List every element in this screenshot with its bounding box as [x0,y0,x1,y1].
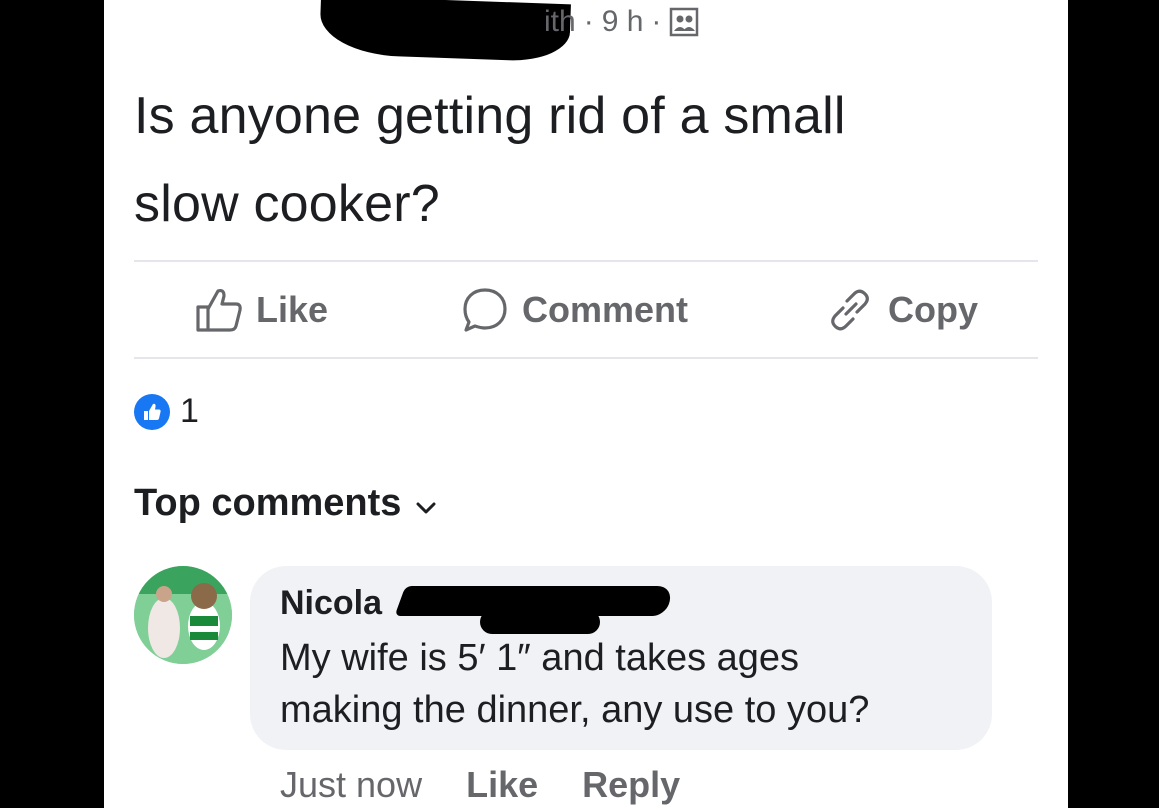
comment-sort-dropdown[interactable]: Top comments [134,482,437,525]
like-button[interactable]: Like [194,286,328,334]
reaction-count: 1 [180,392,199,430]
link-icon [824,286,876,334]
comment-like-button[interactable]: Like [466,764,538,806]
copy-label: Copy [888,289,978,330]
friends-icon [669,7,699,37]
like-label: Like [256,289,329,330]
post-meta: ith · 9 h · [544,2,699,42]
redaction-mark [319,0,571,63]
post-panel: ith · 9 h · Is anyone getting rid of a s… [104,0,1068,808]
post-time[interactable]: 9 h [602,5,644,39]
reaction-summary[interactable]: 1 [134,392,199,431]
redaction-mark [480,610,600,634]
comment-text-line: My wife is 5′ 1″ and takes ages [280,637,800,679]
divider [134,357,1038,359]
like-reaction-icon [134,393,170,430]
comment-button[interactable]: Comment [460,286,688,334]
chevron-down-icon [415,482,437,525]
comment-bubble: Nicola My wife is 5′ 1″ and takes ages m… [250,566,992,750]
comment-author[interactable]: Nicola [280,584,382,623]
separator-dot: · [651,5,662,38]
comment-sort-label: Top comments [134,482,402,524]
post-text-line: Is anyone getting rid of a small [134,87,846,145]
comment-time: Just now [280,764,423,805]
comment-label: Comment [522,289,689,330]
comment-reply-button[interactable]: Reply [582,764,680,806]
post-text-line: slow cooker? [134,175,440,233]
author-name-fragment[interactable]: ith [544,5,576,39]
comment-actions: Just now Like Reply [280,764,680,806]
avatar[interactable] [134,566,232,664]
thumbs-up-icon [194,287,244,333]
post-actions: Like Comment Copy [134,262,1038,358]
comment-text: My wife is 5′ 1″ and takes ages making t… [280,632,980,736]
copy-button[interactable]: Copy [824,286,978,334]
separator-dot: · [583,5,594,38]
comment-text-line: making the dinner, any use to you? [280,689,870,731]
speech-bubble-icon [460,286,510,334]
post-text: Is anyone getting rid of a small slow co… [134,72,1054,248]
